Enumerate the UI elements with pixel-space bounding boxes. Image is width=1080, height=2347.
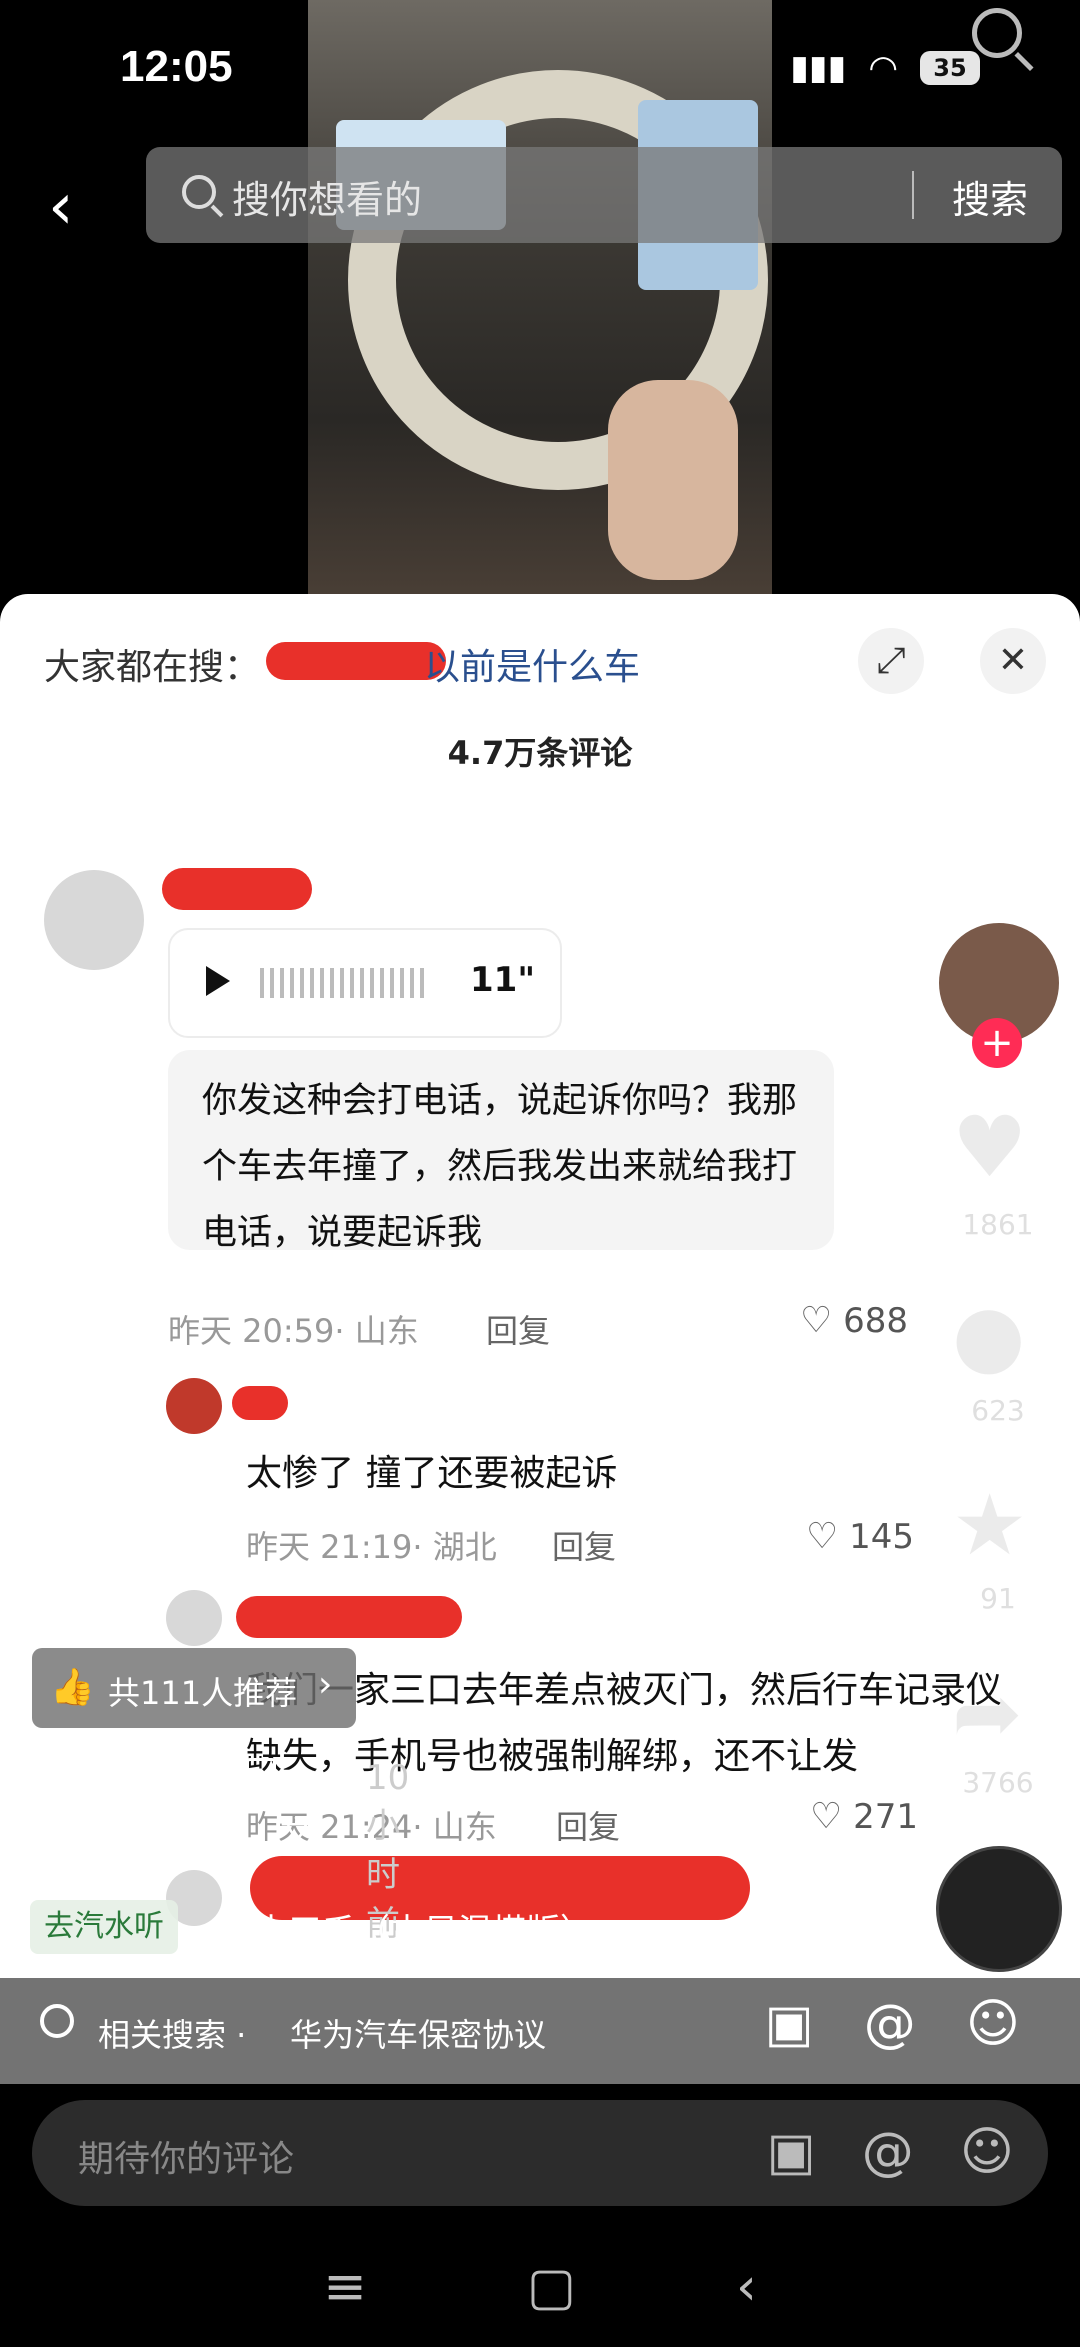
comment-bubble: 你发这种会打电话，说起诉你吗？我那个车去年撞了，然后我发出来就给我打电话，说要起… [168, 1050, 834, 1253]
search-icon[interactable] [972, 8, 1022, 58]
search-bar[interactable]: 搜你想看的 搜索 [146, 147, 1062, 243]
video-frame[interactable] [308, 0, 772, 600]
back-nav-icon[interactable]: ‹ [736, 2257, 757, 2317]
divider [912, 171, 914, 219]
voice-duration: 11" [470, 960, 536, 1000]
music-tag[interactable]: 去汽水听 [30, 1900, 178, 1954]
video-comment-count: 623 [971, 1394, 1025, 1427]
music-name[interactable]: 弱水三千（古风混搭版） [220, 1904, 594, 1953]
composer-tools: ▣ @ ☺ [767, 2122, 1014, 2182]
thumbs-up-icon: 👍 [50, 1667, 95, 1708]
related-search-bar[interactable]: 相关搜索 · 华为汽车保密协议 ▣ @ ☺ [0, 1978, 1080, 2084]
hot-search-term[interactable]: 以前是什么车 [424, 638, 640, 690]
avatar[interactable] [166, 1378, 222, 1434]
recommend-pill[interactable]: 👍 共111人推荐 › [32, 1648, 356, 1728]
share-icon[interactable]: ➦ [952, 1664, 1022, 1762]
follow-icon[interactable]: + [972, 1018, 1022, 1068]
chevron-right-icon: › [318, 1664, 333, 1705]
like-button[interactable]: ♡ 145 [806, 1516, 914, 1557]
reply-button[interactable]: 回复 [486, 1306, 550, 1352]
signal-icon-2: ▮▮▮ [790, 48, 847, 88]
heart-icon: ♡ [806, 1516, 839, 1557]
video-share-count: 3766 [962, 1766, 1034, 1799]
reply-text: 太惨了 撞了还要被起诉 [246, 1453, 618, 1494]
play-icon[interactable] [206, 966, 230, 996]
redaction-mark [236, 1596, 462, 1638]
battery-icon: 35 [920, 51, 980, 85]
heart-icon: ♡ [810, 1796, 843, 1837]
redaction-mark [266, 642, 446, 680]
redaction-mark [232, 1386, 288, 1420]
mention-icon[interactable]: @ [864, 1994, 916, 2054]
redaction-mark [162, 868, 312, 910]
video-fav-count: 91 [980, 1582, 1016, 1615]
image-post-icon [246, 1758, 276, 1788]
search-icon [182, 175, 216, 209]
like-count: 145 [849, 1517, 914, 1557]
back-icon[interactable]: ‹ [48, 170, 74, 244]
avatar[interactable] [44, 870, 144, 970]
search-icon [40, 2004, 74, 2038]
related-term[interactable]: 华为汽车保密协议 [290, 2010, 546, 2056]
video-like-count: 1861 [962, 1208, 1034, 1241]
comment-icon[interactable]: ● [952, 1286, 1025, 1384]
like-icon[interactable]: ♥ [952, 1098, 1027, 1196]
at-icon: @ [36, 1758, 70, 1798]
close-icon[interactable]: ✕ [980, 628, 1046, 694]
reply-text: 我们一家三口去年差点被灭门，然后行车记录仪缺失，手机号也被强制解绑，还不让发 [246, 1670, 1003, 1777]
home-icon[interactable]: ▢ [527, 2257, 576, 2317]
like-button[interactable]: ♡ 271 [810, 1796, 918, 1837]
emoji-icon[interactable]: ☺ [966, 1994, 1020, 2054]
post-type: 图文 [280, 1766, 314, 1855]
music-disc-icon[interactable] [936, 1846, 1062, 1972]
hand [608, 380, 738, 580]
clock: 12:05 [120, 42, 233, 91]
favorite-icon[interactable]: ★ [952, 1476, 1027, 1574]
hot-search-prefix: 大家都在搜： [44, 647, 261, 688]
comment-tools: ▣ @ ☺ [765, 1994, 1020, 2054]
wifi-icon: ◠ [868, 48, 898, 88]
avatar[interactable] [166, 1590, 222, 1646]
author-line[interactable]: @ 图文 10小时前 [36, 1758, 409, 1944]
reply-button[interactable]: 回复 [556, 1802, 620, 1848]
system-nav-bar: ≡ ▢ ‹ [0, 2226, 1080, 2347]
reply-meta: 昨天 21:19· 湖北 [246, 1528, 497, 1566]
related-prefix: 相关搜索 · [98, 2016, 247, 2054]
like-count: 271 [853, 1797, 918, 1837]
waveform [260, 968, 430, 998]
expand-icon[interactable]: ⤢ [858, 628, 924, 694]
emoji-icon[interactable]: ☺ [960, 2122, 1014, 2182]
comment-meta: 昨天 20:59· 山东 [168, 1312, 419, 1350]
image-icon[interactable]: ▣ [767, 2122, 816, 2182]
recommend-text: 共111人推荐 [108, 1674, 298, 1712]
comment-composer[interactable]: 期待你的评论 ▣ @ ☺ [32, 2100, 1048, 2206]
search-input[interactable]: 搜你想看的 [232, 169, 422, 224]
search-button[interactable]: 搜索 [952, 169, 1028, 224]
comment-text: 你发这种会打电话，说起诉你吗？我那个车去年撞了，然后我发出来就给我打电话，说要起… [202, 1081, 798, 1253]
voice-message[interactable]: 11" [168, 928, 562, 1038]
author-name[interactable]: 遥遥领先 [34, 1828, 178, 1880]
comment-input[interactable]: 期待你的评论 [78, 2130, 294, 2182]
like-button[interactable]: ♡ 688 [800, 1300, 908, 1341]
heart-icon: ♡ [800, 1300, 833, 1341]
mention-icon[interactable]: @ [862, 2122, 914, 2182]
image-icon[interactable]: ▣ [765, 1994, 814, 2054]
comment-count: 4.7万条评论 [447, 734, 633, 772]
like-count: 688 [843, 1301, 908, 1341]
reply-button[interactable]: 回复 [552, 1522, 616, 1568]
recent-apps-icon[interactable]: ≡ [323, 2257, 367, 2317]
